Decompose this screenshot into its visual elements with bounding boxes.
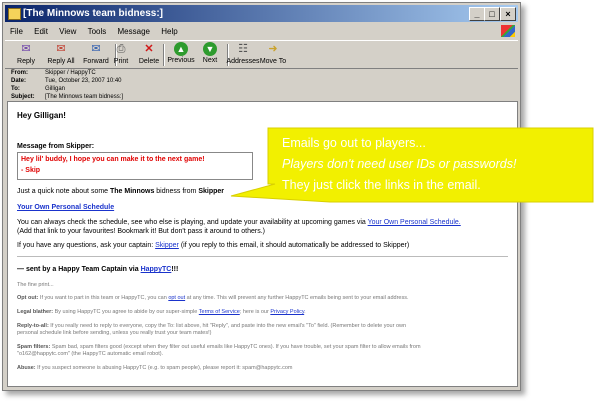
callout-line-1: Emails go out to players...	[282, 136, 426, 150]
callout-line-3: They just click the links in the email.	[282, 178, 481, 192]
callout: Emails go out to players... Players don'…	[268, 128, 593, 202]
callout-line-2: Players don't need user IDs or passwords…	[282, 157, 517, 171]
